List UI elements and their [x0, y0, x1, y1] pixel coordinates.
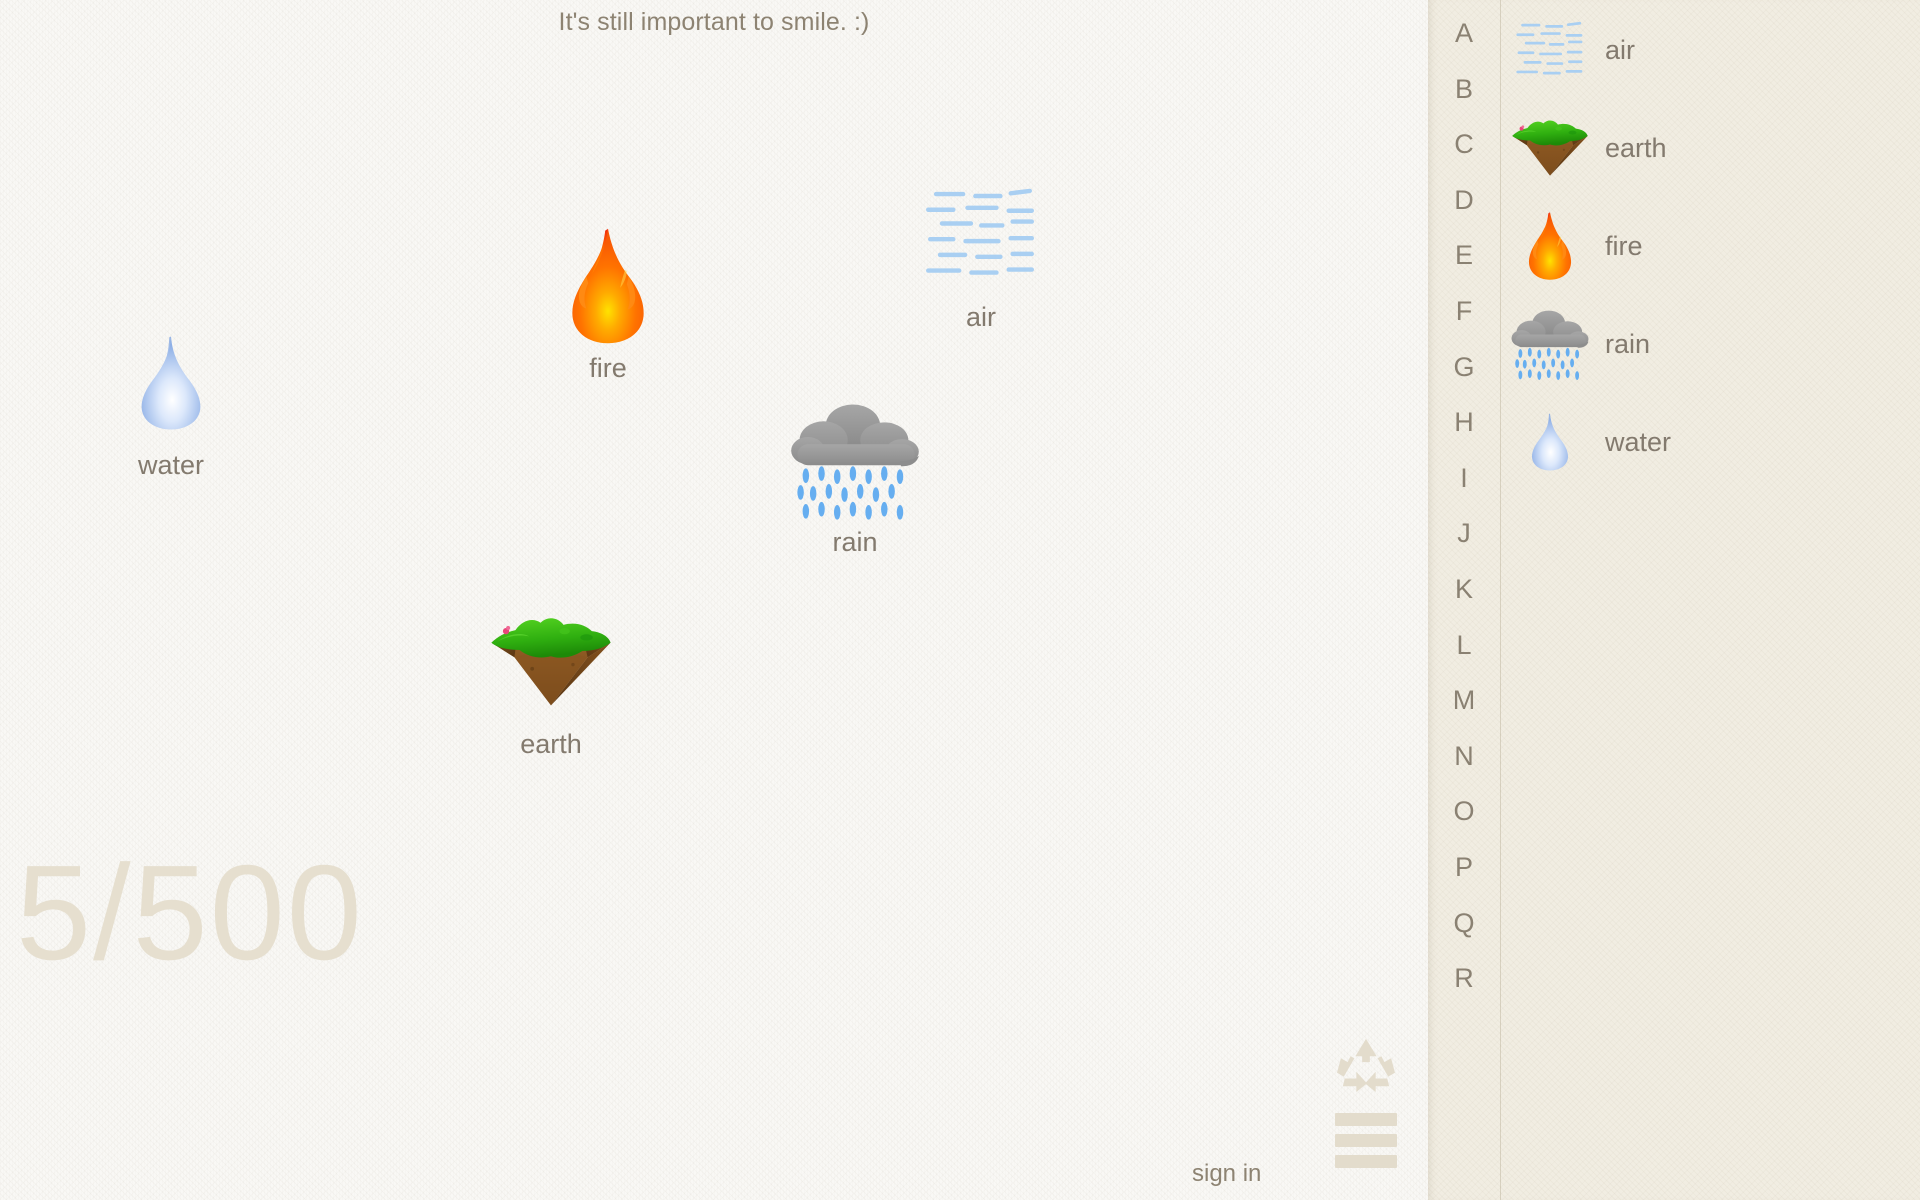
workspace-element-label: rain: [832, 527, 878, 557]
workspace-element-label: fire: [589, 353, 627, 383]
library-item-icon: [1500, 200, 1600, 292]
alphabet-index-letter-q[interactable]: Q: [1428, 908, 1500, 939]
water-drop-icon: [1525, 412, 1575, 472]
library-item-icon: [1500, 298, 1600, 390]
library-panel: ABCDEFGHIJKLMNOPQR air earth fire rain water: [1428, 0, 1920, 1200]
workspace-element-water[interactable]: water: [96, 318, 246, 481]
menu-bar: [1335, 1155, 1397, 1168]
alphabet-index-letter-e[interactable]: E: [1428, 240, 1500, 271]
alphabet-index-letter-m[interactable]: M: [1428, 685, 1500, 716]
sign-in-link[interactable]: sign in: [1192, 1160, 1261, 1188]
alphabet-index-letter-k[interactable]: K: [1428, 574, 1500, 605]
library-item-label: fire: [1605, 230, 1643, 261]
alphabet-index-letter-d[interactable]: D: [1428, 185, 1500, 216]
fire-flame-icon: [1522, 210, 1578, 282]
alphabet-index[interactable]: ABCDEFGHIJKLMNOPQR: [1428, 0, 1500, 1200]
workspace-element-rain[interactable]: rain: [780, 395, 930, 558]
alphabet-index-letter-j[interactable]: J: [1428, 518, 1500, 549]
alphabet-index-letter-h[interactable]: H: [1428, 407, 1500, 438]
alphabet-index-letter-r[interactable]: R: [1428, 963, 1500, 994]
element-library-list: air earth fire rain water: [1500, 0, 1920, 1200]
workspace-element-label: earth: [520, 729, 582, 759]
workspace-element-fire[interactable]: fire: [533, 221, 683, 384]
alphabet-index-letter-g[interactable]: G: [1428, 352, 1500, 383]
air-wind-icon: [922, 184, 1040, 287]
alphabet-index-letter-f[interactable]: F: [1428, 296, 1500, 327]
earth-island-icon: [1507, 112, 1593, 185]
workspace-canvas[interactable]: It's still important to smile. :) 5/500 …: [0, 0, 1428, 1200]
library-item-icon: [1500, 396, 1600, 488]
recycle-icon[interactable]: [1335, 1037, 1397, 1093]
library-item-fire[interactable]: fire: [1500, 200, 1920, 292]
workspace-element-label: water: [137, 450, 205, 480]
paper-texture: [0, 0, 1428, 1200]
alphabet-index-letter-c[interactable]: C: [1428, 129, 1500, 160]
alphabet-index-letter-n[interactable]: N: [1428, 741, 1500, 772]
menu-bar: [1335, 1134, 1397, 1147]
workspace-element-icon: [780, 395, 930, 525]
library-item-label: water: [1605, 426, 1672, 457]
alphabet-index-letter-a[interactable]: A: [1428, 18, 1500, 49]
library-item-label: earth: [1605, 132, 1667, 163]
library-item-rain[interactable]: rain: [1500, 298, 1920, 390]
library-item-icon: [1500, 4, 1600, 96]
element-counter: 5/500: [16, 837, 364, 988]
workspace-element-label: air: [965, 302, 996, 332]
alphabet-index-letter-p[interactable]: P: [1428, 852, 1500, 883]
menu-bar: [1335, 1113, 1397, 1126]
rain-cloud-icon: [1509, 303, 1591, 385]
fire-flame-icon: [561, 225, 655, 347]
library-item-air[interactable]: air: [1500, 4, 1920, 96]
earth-island-icon: [483, 605, 619, 720]
alphabet-index-letter-b[interactable]: B: [1428, 74, 1500, 105]
alphabet-index-letter-i[interactable]: I: [1428, 463, 1500, 494]
workspace-element-icon: [906, 170, 1056, 300]
workspace-element-icon: [96, 318, 246, 448]
library-item-water[interactable]: water: [1500, 396, 1920, 488]
workspace-element-icon: [476, 597, 626, 727]
library-item-icon: [1500, 102, 1600, 194]
library-item-label: air: [1605, 34, 1636, 65]
air-wind-icon: [1514, 19, 1586, 82]
workspace-element-icon: [533, 221, 683, 351]
water-drop-icon: [130, 334, 212, 432]
hint-message: It's still important to smile. :): [558, 8, 870, 36]
alphabet-index-letter-l[interactable]: L: [1428, 630, 1500, 661]
workspace-element-earth[interactable]: earth: [476, 597, 626, 760]
hamburger-menu-icon[interactable]: [1335, 1113, 1397, 1168]
little-alchemy-app: It's still important to smile. :) 5/500 …: [0, 0, 1920, 1200]
library-item-earth[interactable]: earth: [1500, 102, 1920, 194]
rain-cloud-icon: [787, 392, 923, 528]
alphabet-index-letter-o[interactable]: O: [1428, 796, 1500, 827]
library-item-label: rain: [1605, 328, 1651, 359]
workspace-element-air[interactable]: air: [906, 170, 1056, 333]
